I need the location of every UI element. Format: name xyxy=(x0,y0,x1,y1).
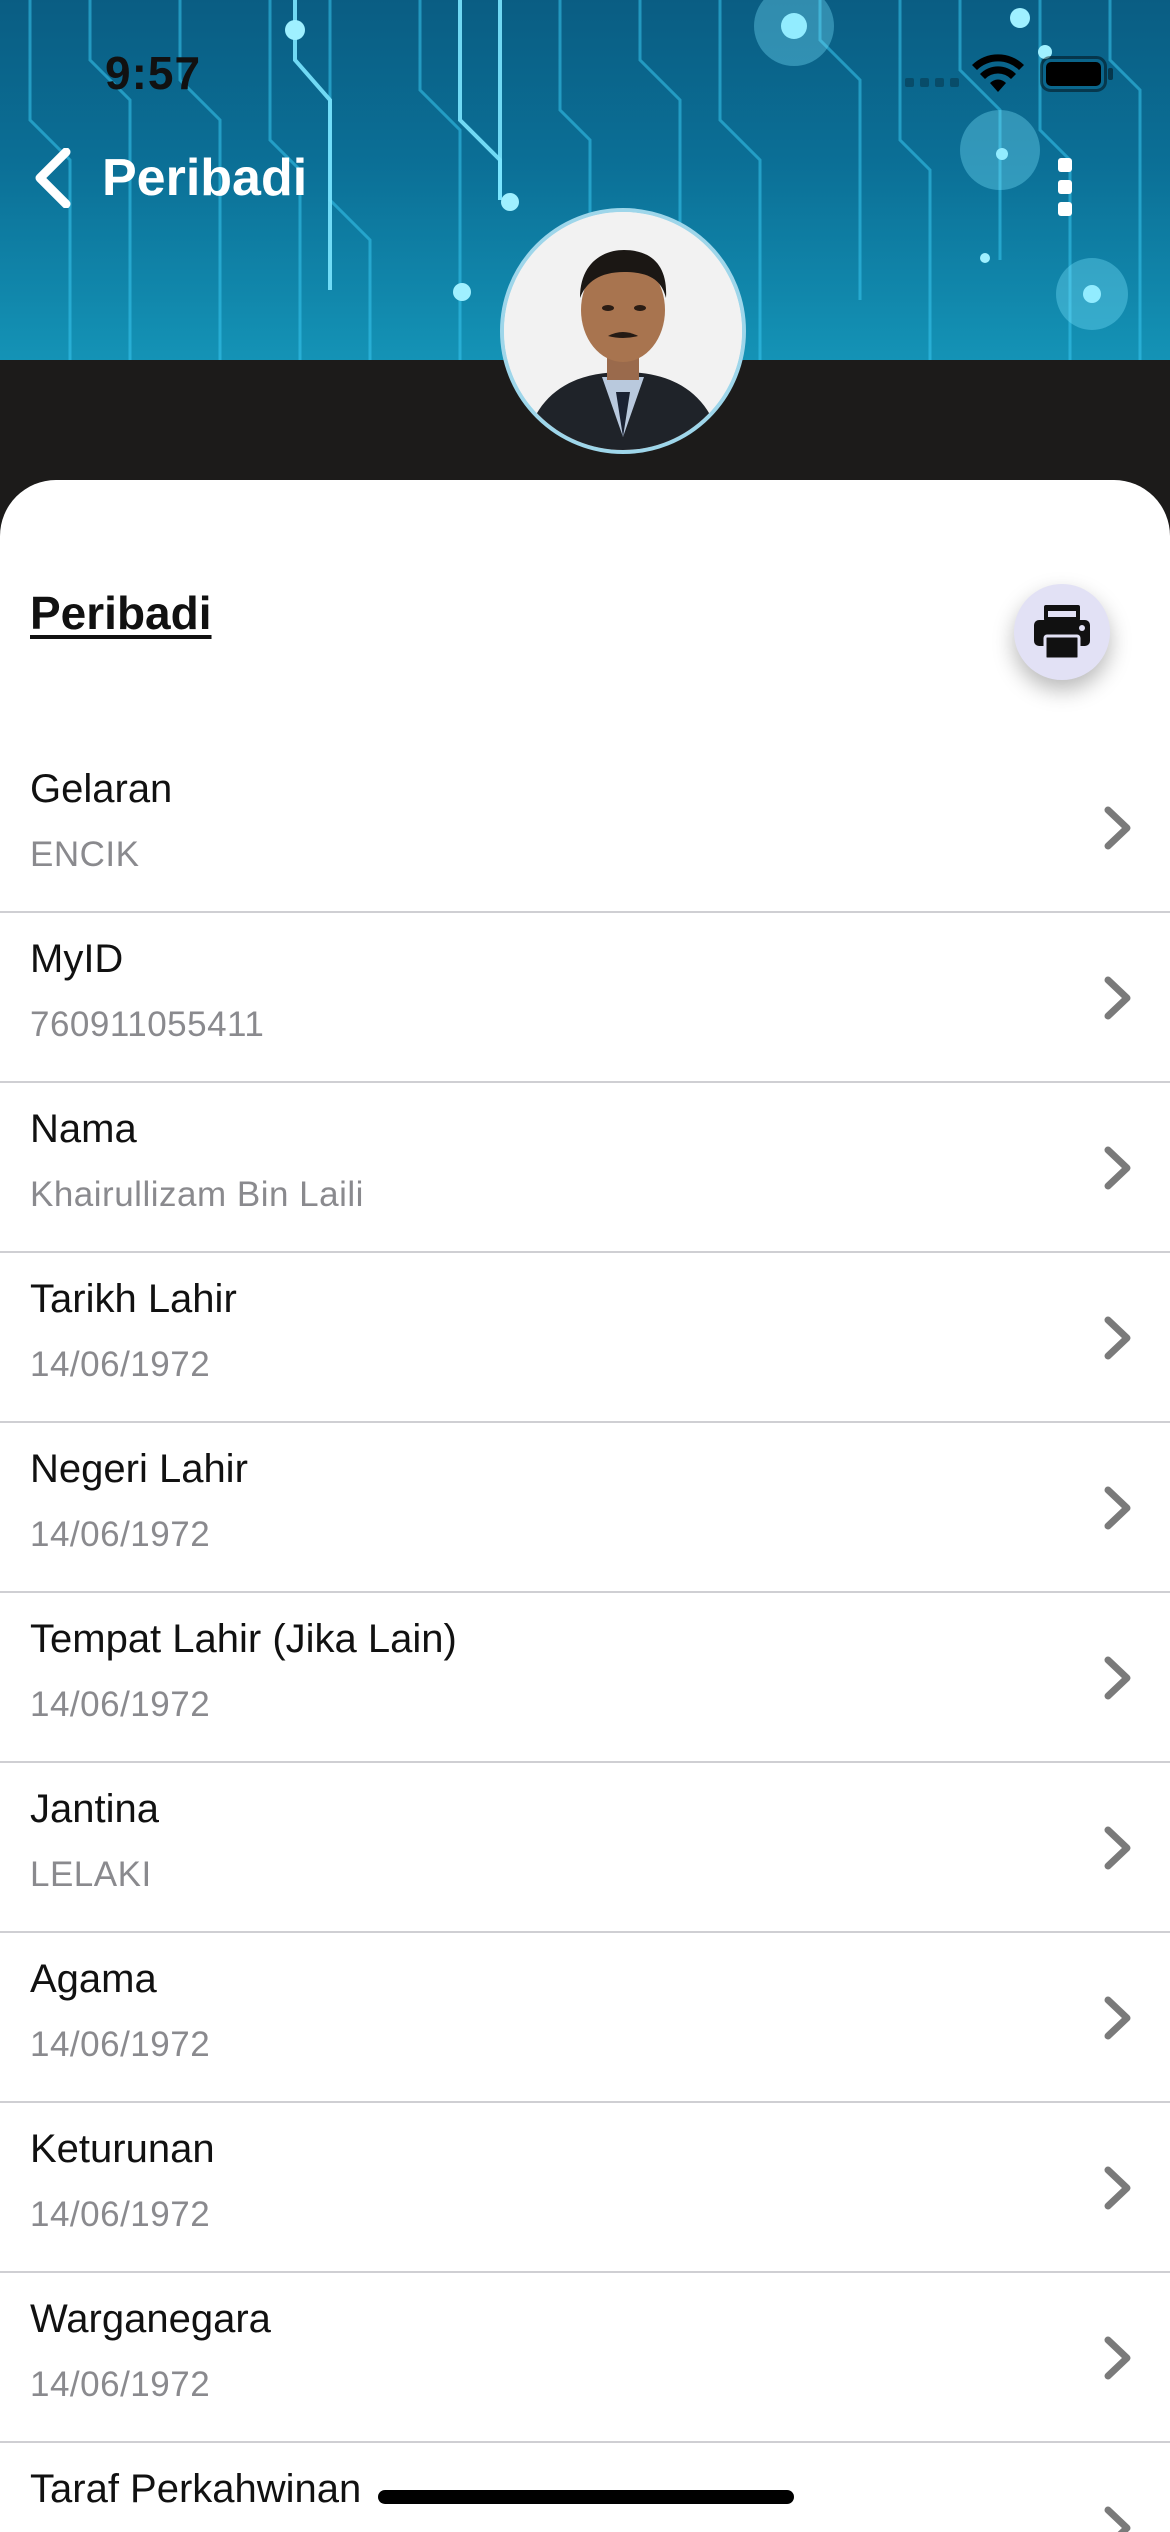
field-label: Agama xyxy=(30,1957,157,2001)
chevron-right-icon xyxy=(1104,1826,1131,1870)
home-indicator[interactable] xyxy=(378,2490,794,2504)
battery-full-icon xyxy=(1040,56,1113,92)
details-card: Peribadi Gelaran ENCIK MyID 760911055411 Nam… xyxy=(0,480,1170,2532)
field-label: Negeri Lahir xyxy=(30,1447,248,1491)
field-row[interactable]: Tarikh Lahir 14/06/1972 xyxy=(0,1253,1170,1423)
field-value: ENCIK xyxy=(30,835,140,874)
field-label: Nama xyxy=(30,1107,137,1151)
field-value: 760911055411 xyxy=(30,1005,265,1044)
field-value: 14/06/1972 xyxy=(30,1685,211,1724)
field-value: 14/06/1972 xyxy=(30,2195,211,2234)
chevron-right-icon xyxy=(1104,2336,1131,2380)
chevron-right-icon xyxy=(1104,976,1131,1020)
more-vertical-icon xyxy=(1058,158,1072,172)
avatar[interactable] xyxy=(500,208,746,454)
field-row[interactable]: MyID 760911055411 xyxy=(0,913,1170,1083)
field-row[interactable]: Gelaran ENCIK xyxy=(0,743,1170,913)
field-row[interactable]: Tempat Lahir (Jika Lain) 14/06/1972 xyxy=(0,1593,1170,1763)
page-title: Peribadi xyxy=(102,149,308,207)
chevron-right-icon xyxy=(1104,1486,1131,1530)
chevron-right-icon xyxy=(1104,1316,1131,1360)
chevron-right-icon xyxy=(1104,806,1131,850)
back-button[interactable]: Peribadi xyxy=(30,148,307,208)
print-button[interactable] xyxy=(1014,584,1110,680)
field-row[interactable]: Keturunan 14/06/1972 xyxy=(0,2103,1170,2273)
printer-icon xyxy=(1034,605,1090,661)
field-label: Keturunan xyxy=(30,2127,215,2171)
status-bar: 9:57 xyxy=(0,0,1170,140)
field-row[interactable]: Nama Khairullizam Bin Laili xyxy=(0,1083,1170,1253)
field-value: 14/06/1972 xyxy=(30,2365,211,2404)
chevron-right-icon xyxy=(1104,2166,1131,2210)
field-label: Tarikh Lahir xyxy=(30,1277,237,1321)
chevron-right-icon xyxy=(1104,1656,1131,1700)
field-value: 14/06/1972 xyxy=(30,1345,211,1384)
field-label: Taraf Perkahwinan xyxy=(30,2467,362,2511)
chevron-right-icon xyxy=(1104,1146,1131,1190)
field-label: Warganegara xyxy=(30,2297,271,2341)
field-label: Tempat Lahir (Jika Lain) xyxy=(30,1617,457,1661)
chevron-right-icon xyxy=(1104,2506,1131,2532)
field-value: Khairullizam Bin Laili xyxy=(30,1175,364,1214)
field-row[interactable]: Taraf Perkahwinan xyxy=(0,2443,1170,2532)
cellular-signal-icon xyxy=(905,78,959,87)
field-label: Jantina xyxy=(30,1787,159,1831)
field-row[interactable]: Agama 14/06/1972 xyxy=(0,1933,1170,2103)
screen: 9:57 Peribadi Peribadi Gelaran ENCIK MyI… xyxy=(0,0,1170,2532)
field-value: 14/06/1972 xyxy=(30,1515,211,1554)
field-row[interactable]: Warganegara 14/06/1972 xyxy=(0,2273,1170,2443)
chevron-right-icon xyxy=(1104,1996,1131,2040)
field-value: LELAKI xyxy=(30,1855,152,1894)
chevron-left-icon xyxy=(35,148,71,208)
wifi-icon xyxy=(972,54,1024,92)
more-options-button[interactable] xyxy=(1040,150,1090,230)
field-label: MyID xyxy=(30,937,124,981)
section-title: Peribadi xyxy=(30,587,212,639)
field-row[interactable]: Jantina LELAKI xyxy=(0,1763,1170,1933)
status-time: 9:57 xyxy=(105,47,202,99)
field-value: 14/06/1972 xyxy=(30,2025,211,2064)
field-row[interactable]: Negeri Lahir 14/06/1972 xyxy=(0,1423,1170,1593)
profile-photo xyxy=(504,212,742,450)
field-label: Gelaran xyxy=(30,767,173,811)
field-list: Gelaran ENCIK MyID 760911055411 Nama Khairull… xyxy=(0,743,1170,2532)
